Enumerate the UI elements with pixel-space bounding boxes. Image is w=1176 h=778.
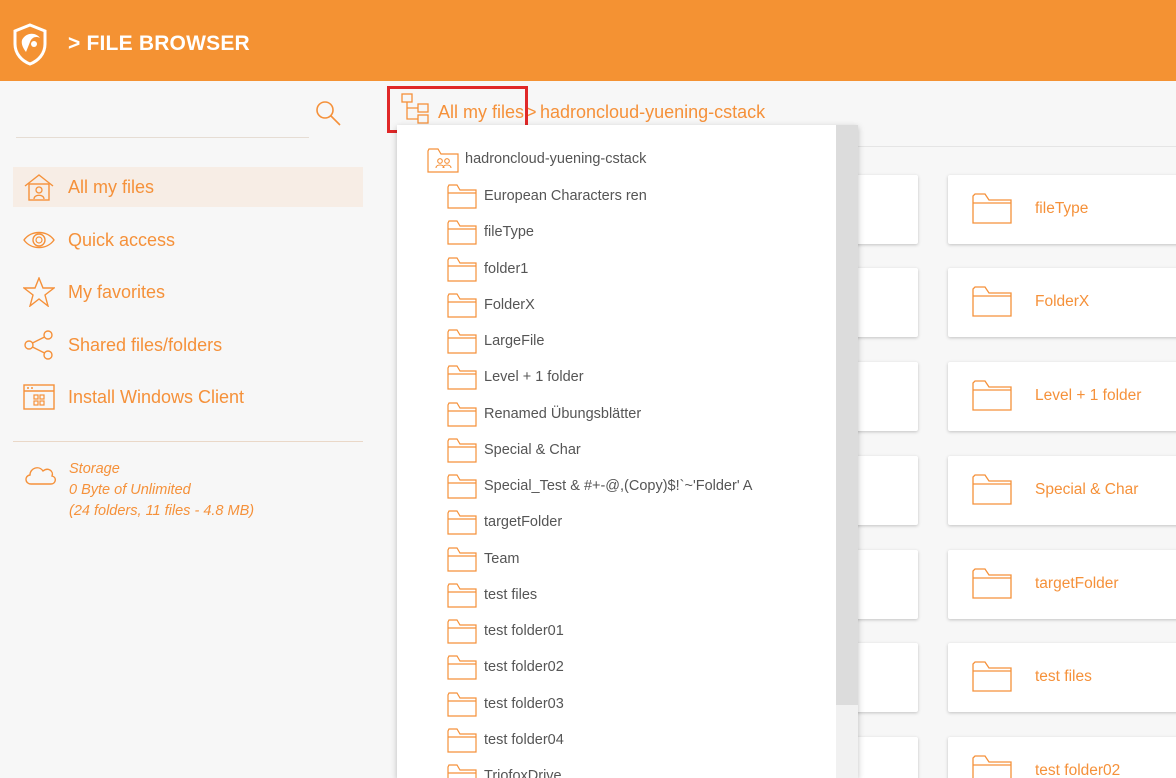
folder-icon [447, 619, 477, 644]
folder-icon [447, 257, 477, 282]
folder-card-label: FolderX [1035, 293, 1090, 310]
sidebar-item-install-windows-client[interactable]: Install Windows Client [13, 377, 363, 417]
folder-card-label: Level + 1 folder [1035, 387, 1142, 404]
folder-icon [972, 380, 1012, 411]
page-title: > FILE BROWSER [68, 32, 250, 55]
sidebar-item-label: My favorites [68, 282, 166, 302]
folder-icon [447, 474, 477, 499]
storage-title: Storage [69, 461, 120, 477]
folder-card-label: fileType [1035, 200, 1089, 217]
star-icon [23, 277, 55, 307]
folder-tree-dropdown: hadroncloud-yuening-cstack European Char… [397, 125, 858, 778]
folder-icon [447, 764, 477, 778]
folder-card[interactable]: targetFolder [948, 550, 1176, 619]
folder-card-label: Special & Char [1035, 481, 1139, 498]
sidebar-item-quick-access[interactable]: Quick access [13, 220, 363, 260]
sidebar-item-label: Quick access [68, 230, 176, 250]
folder-icon [447, 692, 477, 717]
folder-card[interactable]: test files [948, 643, 1176, 712]
sidebar-divider [13, 441, 363, 442]
folder-card[interactable]: Special & Char [948, 456, 1176, 525]
folder-card[interactable]: FolderX [948, 268, 1176, 337]
dropdown-folder-label: test files [484, 587, 538, 603]
folder-icon [447, 438, 477, 463]
folder-icon [447, 220, 477, 245]
sidebar-item-all-my-files[interactable]: All my files [13, 167, 363, 207]
folder-card-label: test folder02 [1035, 762, 1121, 778]
folder-icon [972, 661, 1012, 692]
sidebar-item-label: Install Windows Client [68, 387, 245, 407]
folder-icon [447, 510, 477, 535]
folder-card[interactable]: test folder02 [948, 737, 1176, 778]
folder-icon [447, 547, 477, 572]
folder-icon [972, 474, 1012, 505]
home-icon [24, 174, 54, 201]
sidebar-item-label: Shared files/folders [68, 335, 223, 355]
folder-card-label: targetFolder [1035, 575, 1119, 592]
share-icon [24, 330, 53, 360]
dropdown-folder-label: Level + 1 folder [484, 369, 584, 385]
dropdown-folder-label: Team [484, 551, 520, 567]
folder-icon [447, 583, 477, 608]
dropdown-folder-label: Special_Test & #+-@,(Copy)$!`~'Folder' A [484, 478, 753, 494]
folder-icon [972, 568, 1012, 599]
dropdown-folder-label: fileType [484, 224, 534, 240]
folder-card[interactable]: Level + 1 folder [948, 362, 1176, 431]
dropdown-folder-label: European Characters ren [484, 188, 647, 204]
folder-icon [447, 655, 477, 680]
folder-icon [447, 402, 477, 427]
search-icon[interactable] [314, 99, 342, 127]
folder-card-label: test files [1035, 668, 1092, 685]
folder-icon [447, 329, 477, 354]
dropdown-folder-label: test folder02 [484, 659, 564, 675]
dropdown-root-label: hadroncloud-yuening-cstack [465, 151, 647, 167]
folder-icon [447, 184, 477, 209]
dropdown-folder-label: Special & Char [484, 442, 581, 458]
windows-client-icon [23, 384, 55, 410]
dropdown-folder-label: LargeFile [484, 333, 545, 349]
dropdown-folder-label: FolderX [484, 297, 535, 313]
storage-details: (24 folders, 11 files - 4.8 MB) [69, 503, 255, 519]
dropdown-folder-label: test folder04 [484, 732, 564, 748]
dropdown-folder-label: Renamed Übungsblätter [484, 406, 642, 422]
sidebar-item-shared-files[interactable]: Shared files/folders [13, 325, 363, 365]
sidebar-item-my-favorites[interactable]: My favorites [13, 272, 363, 312]
dropdown-folder-label: targetFolder [484, 514, 563, 530]
cloud-icon [25, 467, 56, 485]
shared-folder-icon [427, 148, 459, 173]
folder-icon [972, 193, 1012, 224]
storage-usage: 0 Byte of Unlimited [69, 482, 191, 498]
folder-icon [972, 286, 1012, 317]
eye-icon [23, 231, 55, 249]
dropdown-scrollbar-thumb[interactable] [836, 125, 858, 705]
shield-logo-icon[interactable] [10, 22, 50, 66]
sidebar-search-input[interactable] [16, 137, 309, 138]
folder-icon [972, 755, 1012, 778]
breadcrumb-current[interactable]: hadroncloud-yuening-cstack [540, 102, 765, 123]
dropdown-folder-label: test folder01 [484, 623, 564, 639]
dropdown-folder-label: TriofoxDrive [484, 768, 562, 778]
folder-card[interactable]: fileType [948, 175, 1176, 244]
dropdown-folder-label: folder1 [484, 261, 529, 277]
folder-icon [447, 728, 477, 753]
dropdown-folder-label: test folder03 [484, 696, 564, 712]
folder-icon [447, 293, 477, 318]
folder-icon [447, 365, 477, 390]
sidebar-item-label: All my files [68, 177, 155, 197]
top-bar: > FILE BROWSER [0, 0, 1176, 81]
